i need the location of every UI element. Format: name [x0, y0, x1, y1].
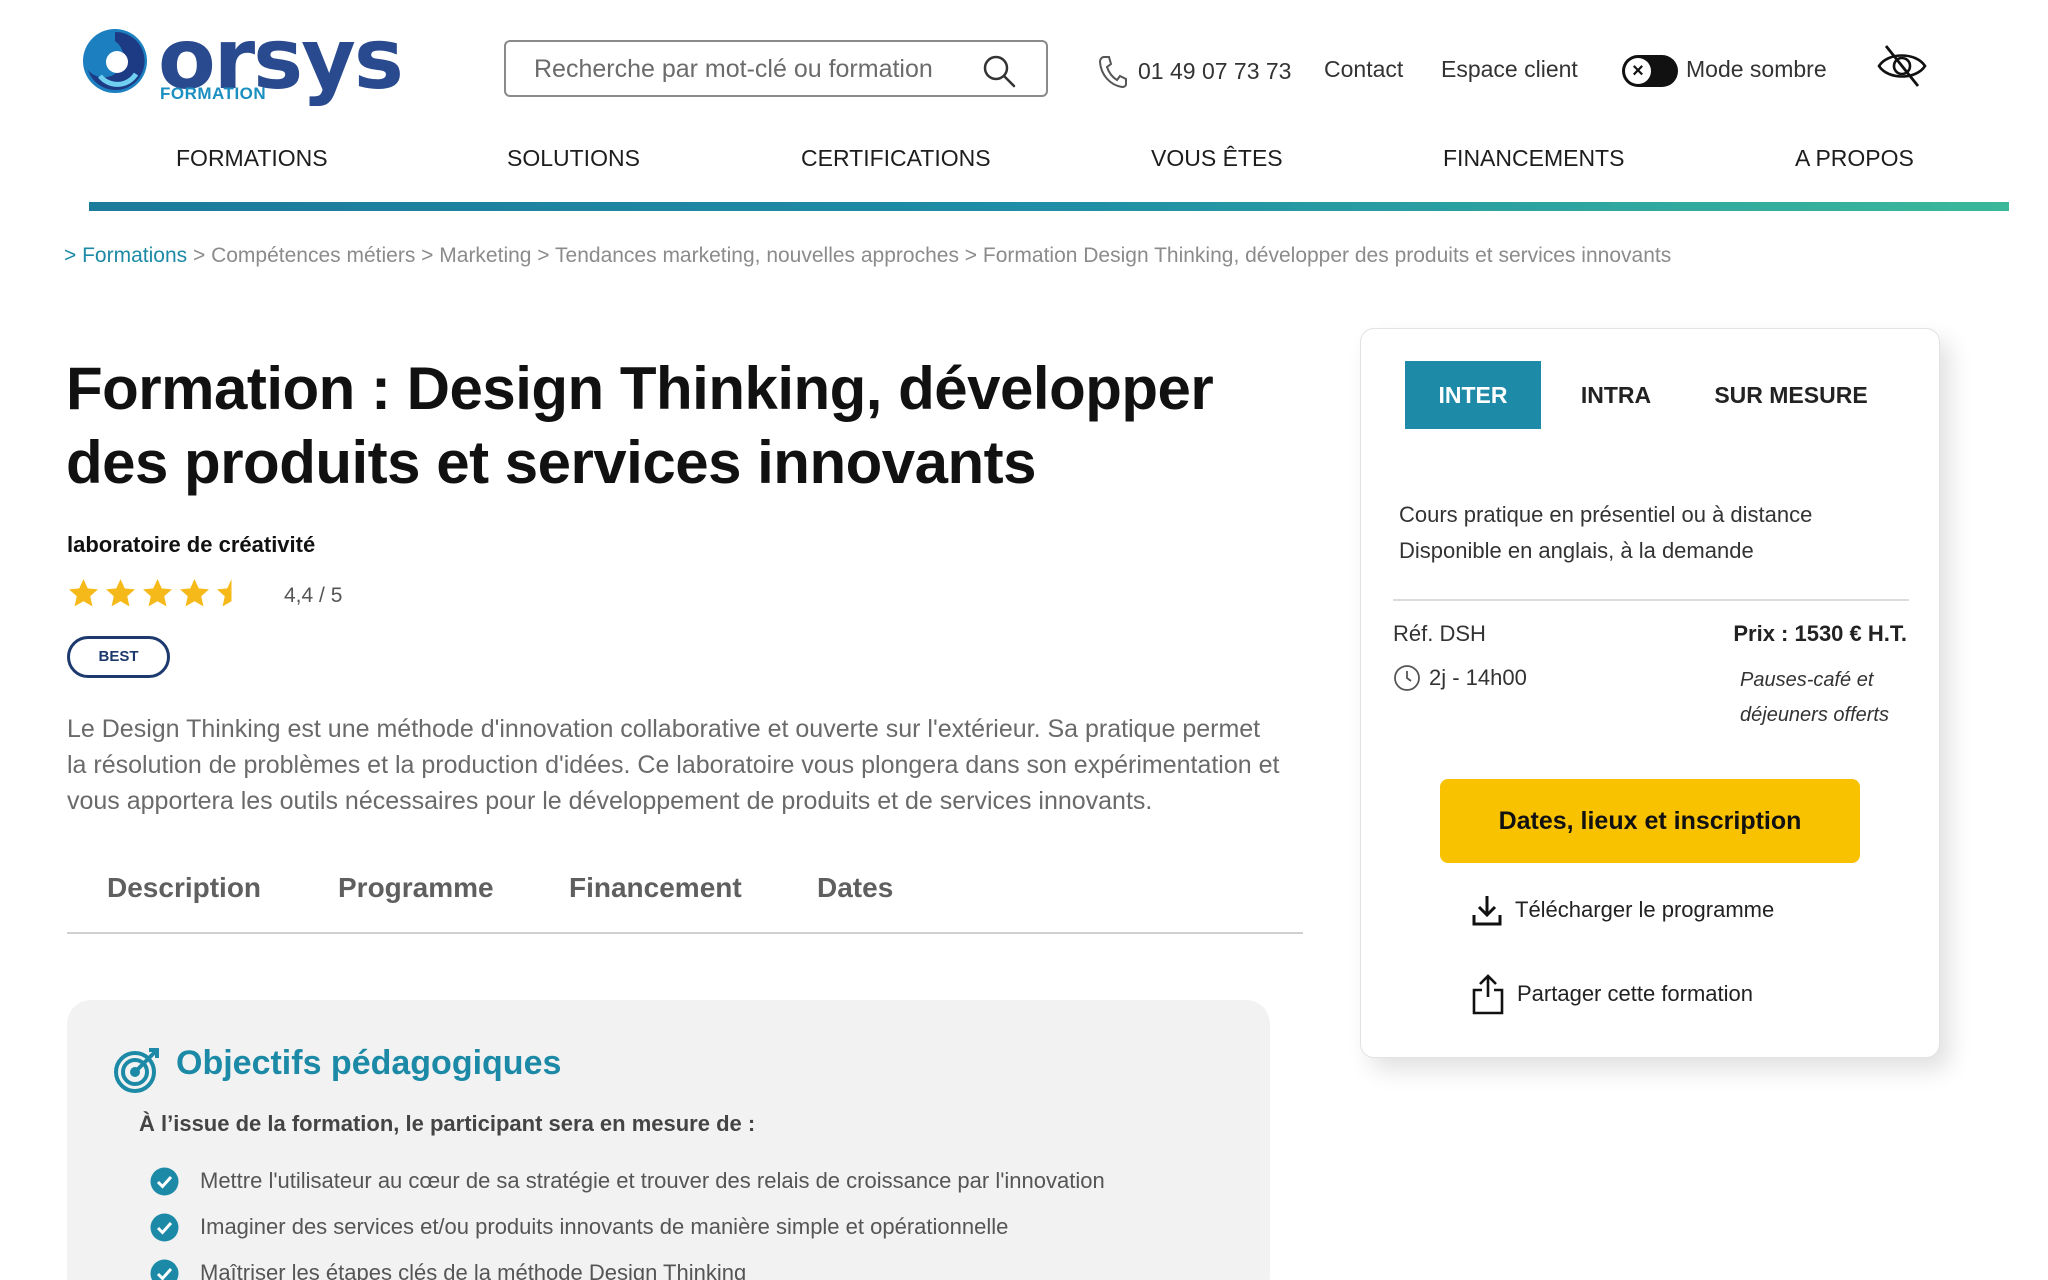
list-item: Mettre l'utilisateur au cœur de sa strat…	[150, 1166, 1105, 1212]
objectives-list: Mettre l'utilisateur au cœur de sa strat…	[150, 1166, 1105, 1280]
client-space-link[interactable]: Espace client	[1441, 56, 1578, 83]
phone-link[interactable]: 01 49 07 73 73	[1098, 54, 1291, 88]
rating-value: 4,4 / 5	[284, 584, 343, 607]
check-circle-icon	[150, 1213, 179, 1242]
star-full-icon	[143, 579, 172, 607]
format-line-1: Cours pratique en présentiel ou à distan…	[1399, 502, 1813, 527]
download-programme-link[interactable]: Télécharger le programme	[1471, 893, 1774, 927]
share-icon	[1472, 974, 1504, 1015]
course-tabs: Description Programme Financement Dates	[67, 872, 1303, 934]
breadcrumb-marketing[interactable]: Marketing	[439, 244, 531, 267]
page-title-line-1: Formation : Design Thinking, développer	[66, 355, 1214, 422]
dates-registration-button[interactable]: Dates, lieux et inscription	[1440, 779, 1860, 863]
download-icon	[1472, 896, 1502, 926]
breadcrumb-separator: >	[958, 244, 983, 267]
course-duration: 2j - 14h00	[1393, 664, 1527, 692]
objective-text: Imaginer des services et/ou produits inn…	[200, 1214, 1009, 1239]
nav-item-certifications[interactable]: CERTIFICATIONS	[801, 145, 991, 172]
tab-financement[interactable]: Financement	[569, 872, 742, 904]
logo-subtitle: FORMATION	[160, 84, 267, 103]
card-divider	[1393, 599, 1909, 601]
phone-number: 01 49 07 73 73	[1138, 57, 1292, 84]
course-format-info: Cours pratique en présentiel ou à distan…	[1399, 497, 1812, 569]
best-badge: BEST	[67, 636, 170, 678]
share-course-link[interactable]: Partager cette formation	[1471, 973, 1753, 1015]
accessibility-eye-slash-icon[interactable]	[1876, 42, 1928, 90]
nav-item-vous-etes[interactable]: VOUS ÊTES	[1151, 145, 1283, 172]
toggle-knob-icon: ×	[1625, 58, 1651, 84]
star-full-icon	[106, 579, 135, 607]
nav-item-solutions[interactable]: SOLUTIONS	[507, 145, 640, 172]
tab-inter[interactable]: INTER	[1405, 361, 1541, 429]
tab-description[interactable]: Description	[107, 872, 261, 904]
phone-icon	[1098, 56, 1127, 88]
contact-link[interactable]: Contact	[1324, 56, 1403, 83]
star-full-icon	[180, 579, 209, 607]
nav-item-formations[interactable]: FORMATIONS	[176, 145, 328, 172]
course-info-card: INTER INTRA SUR MESURE Cours pratique en…	[1360, 328, 1940, 1058]
orsys-logo[interactable]: orsys FORMATION	[80, 10, 404, 112]
course-intro: Le Design Thinking est une méthode d'inn…	[67, 715, 1280, 815]
star-full-icon	[69, 579, 98, 607]
price-note: Pauses-café et déjeuners offerts	[1740, 663, 1889, 733]
tab-intra[interactable]: INTRA	[1561, 361, 1671, 429]
tab-dates[interactable]: Dates	[817, 872, 893, 904]
list-item: Maîtriser les étapes clés de la méthode …	[150, 1258, 1105, 1280]
rating-stars	[67, 577, 248, 610]
nav-underline-bar	[89, 202, 2009, 211]
nav-item-financements[interactable]: FINANCEMENTS	[1443, 145, 1624, 172]
page-title: Formation : Design Thinking, développer …	[66, 352, 1286, 500]
objectives-panel: Objectifs pédagogiques À l’issue de la f…	[67, 1000, 1270, 1280]
objectives-lead: À l’issue de la formation, le participan…	[139, 1111, 756, 1136]
objective-text: Maîtriser les étapes clés de la méthode …	[200, 1260, 747, 1280]
search-box	[504, 40, 1048, 97]
course-price: Prix : 1530 € H.T.	[1733, 621, 1907, 646]
download-label: Télécharger le programme	[1515, 897, 1775, 922]
search-input[interactable]	[534, 52, 974, 86]
dark-mode-label: Mode sombre	[1686, 56, 1827, 82]
check-circle-icon	[150, 1259, 179, 1280]
tab-sur-mesure[interactable]: SUR MESURE	[1701, 361, 1881, 429]
course-reference: Réf. DSH	[1393, 621, 1486, 646]
main-nav: FORMATIONS SOLUTIONS CERTIFICATIONS VOUS…	[90, 145, 2010, 185]
breadcrumb-separator: >	[187, 244, 212, 267]
duration-text: 2j - 14h00	[1429, 665, 1527, 690]
breadcrumb-tendances[interactable]: Tendances marketing, nouvelles approches	[555, 244, 959, 267]
breadcrumb-separator: >	[415, 244, 440, 267]
search-icon[interactable]	[982, 54, 1016, 88]
breadcrumb-competences[interactable]: Compétences métiers	[211, 244, 415, 267]
course-subtitle: laboratoire de créativité	[67, 532, 316, 557]
tab-programme[interactable]: Programme	[338, 872, 494, 904]
page-title-line-2: des produits et services innovants	[66, 429, 1036, 496]
clock-icon	[1394, 665, 1420, 691]
share-label: Partager cette formation	[1517, 981, 1754, 1006]
dark-mode-toggle[interactable]: ×	[1622, 55, 1678, 87]
list-item: Imaginer des services et/ou produits inn…	[150, 1212, 1105, 1258]
check-circle-icon	[150, 1167, 179, 1196]
breadcrumb-separator: >	[531, 244, 556, 267]
price-note-line-2: déjeuners offerts	[1740, 704, 1889, 726]
breadcrumb-current: Formation Design Thinking, développer de…	[982, 244, 1672, 267]
format-line-2: Disponible en anglais, à la demande	[1399, 538, 1754, 563]
nav-item-a-propos[interactable]: A PROPOS	[1795, 145, 1914, 172]
target-icon	[114, 1048, 159, 1093]
objectives-title: Objectifs pédagogiques	[176, 1044, 562, 1082]
star-half-icon	[217, 579, 246, 607]
orsys-logo-mark-icon	[83, 29, 147, 93]
objective-text: Mettre l'utilisateur au cœur de sa strat…	[200, 1168, 1105, 1193]
price-note-line-1: Pauses-café et	[1740, 669, 1874, 691]
breadcrumb-formations[interactable]: > Formations	[64, 244, 187, 267]
breadcrumb: > Formations > Compétences métiers > Mar…	[64, 244, 1671, 268]
